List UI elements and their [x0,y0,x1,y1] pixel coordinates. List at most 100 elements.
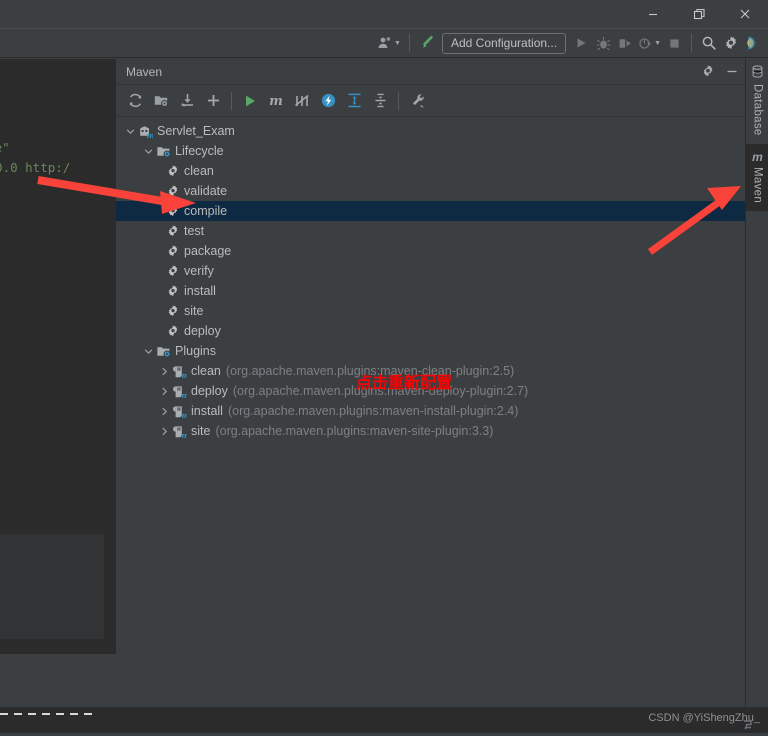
plugin-label: install [191,404,223,418]
skip-tests-icon[interactable] [289,88,315,114]
plugin-coordinates: (org.apache.maven.plugins:maven-install-… [227,404,519,418]
run-icon[interactable] [237,88,263,114]
goal-label: install [184,284,216,298]
goal-label: clean [184,164,214,178]
user-avatar-icon[interactable]: ▼ [375,30,403,56]
database-icon [751,65,764,81]
chevron-right-icon[interactable] [158,381,171,401]
tree-row-goal[interactable]: clean [116,161,745,181]
lifecycle-label: Lifecycle [175,144,224,158]
chevron-down-icon: ▼ [654,39,661,47]
gear-icon[interactable] [720,30,742,56]
toolbar-divider [691,34,692,52]
editor-region [0,534,104,639]
tree-row-goal[interactable]: validate [116,181,745,201]
add-configuration-button[interactable]: Add Configuration... [441,32,567,54]
maven-m-icon[interactable]: m [263,88,289,114]
chevron-right-icon[interactable] [158,361,171,381]
maven-tool-window: Maven m Servlet_Exam Lifecycle clean val… [115,59,746,707]
code-editor[interactable]: ance" 4.0.0 http:/ [0,59,115,654]
collapse-all-icon[interactable] [367,88,393,114]
maven-project-icon: m [137,121,154,141]
maven-plugin-icon: m [171,381,188,401]
chevron-down-icon[interactable] [142,341,155,361]
goal-gear-icon [164,221,181,241]
lifecycle-goals-list: clean validate compile test package veri… [116,161,745,341]
chevron-down-icon[interactable] [124,121,137,141]
ide-updates-icon[interactable] [742,30,764,56]
sidebar-tab-label: Maven [751,166,764,203]
goal-label: test [184,224,205,238]
sidebar-tab-database[interactable]: Database [746,59,768,144]
editor-region [0,639,104,654]
plugin-label: site [191,424,211,438]
gear-icon[interactable] [701,64,715,81]
tree-row-plugin[interactable]: m install (org.apache.maven.plugins:maven-… [116,401,745,421]
code-line: ance" [0,140,10,155]
goal-gear-icon [164,161,181,181]
run-with-coverage-icon[interactable] [614,30,636,56]
goal-gear-icon [164,181,181,201]
debug-icon[interactable] [592,30,614,56]
goal-label: validate [184,184,228,198]
tree-row-goal[interactable]: package [116,241,745,261]
tree-row-goal[interactable]: verify [116,261,745,281]
download-icon[interactable] [174,88,200,114]
build-hammer-icon[interactable] [416,30,438,56]
tree-row-plugins[interactable]: Plugins [116,341,745,361]
tree-row-goal[interactable]: test [116,221,745,241]
restore-button[interactable] [676,0,722,28]
toolbar-divider [398,91,399,110]
search-icon[interactable] [698,30,720,56]
plugins-folder-icon [155,341,172,361]
status-bar: CSDN @YiShengZhu_ [0,707,768,733]
tree-row-lifecycle[interactable]: Lifecycle [116,141,745,161]
lifecycle-folder-icon [155,141,172,161]
chevron-right-icon[interactable] [158,421,171,441]
goal-label: deploy [184,324,221,338]
generate-sources-icon[interactable] [148,88,174,114]
goal-gear-icon [164,201,181,221]
plugin-coordinates: (org.apache.maven.plugins:maven-site-plu… [215,424,494,438]
svg-text:m: m [147,131,153,139]
goal-label: compile [184,204,228,218]
chevron-down-icon: ▼ [394,39,401,47]
plus-icon[interactable] [200,88,226,114]
offline-mode-icon[interactable] [315,88,341,114]
run-icon[interactable] [570,30,592,56]
goal-gear-icon [164,301,181,321]
goal-label: package [184,244,232,258]
tree-row-goal[interactable]: compile [116,201,745,221]
code-line: 4.0.0 http:/ [0,160,71,175]
tree-row-goal[interactable]: install [116,281,745,301]
right-tool-stripe: Database m Maven [745,59,768,733]
close-button[interactable] [722,0,768,28]
goal-label: site [184,304,204,318]
tree-row-goal[interactable]: deploy [116,321,745,341]
sidebar-tab-label: Database [751,84,764,136]
svg-text:m: m [181,411,187,419]
watermark-glyph [740,717,756,736]
bottom-filler [0,654,745,707]
minimize-button[interactable] [630,0,676,28]
editor-scrollbar[interactable] [104,59,115,654]
wrench-icon[interactable] [404,88,430,114]
panel-title: Maven [126,64,163,79]
maven-m-icon: m [752,149,763,164]
goal-gear-icon [164,281,181,301]
sidebar-tab-maven[interactable]: m Maven [746,143,768,211]
profiler-icon[interactable]: ▼ [636,30,663,56]
chevron-right-icon[interactable] [158,401,171,421]
svg-text:m: m [181,431,187,439]
maven-plugin-icon: m [171,361,188,381]
refresh-icon[interactable] [122,88,148,114]
maven-projects-tree[interactable]: m Servlet_Exam Lifecycle clean validate [116,117,745,685]
hide-panel-icon[interactable] [725,64,739,81]
expand-all-icon[interactable] [341,88,367,114]
svg-text:m: m [181,371,187,379]
tree-row-goal[interactable]: site [116,301,745,321]
tree-row-plugin[interactable]: msite (org.apache.maven.plugins:maven-sit… [116,421,745,441]
chevron-down-icon[interactable] [142,141,155,161]
tree-row-project[interactable]: m Servlet_Exam [116,121,745,141]
stop-icon[interactable] [663,30,685,56]
